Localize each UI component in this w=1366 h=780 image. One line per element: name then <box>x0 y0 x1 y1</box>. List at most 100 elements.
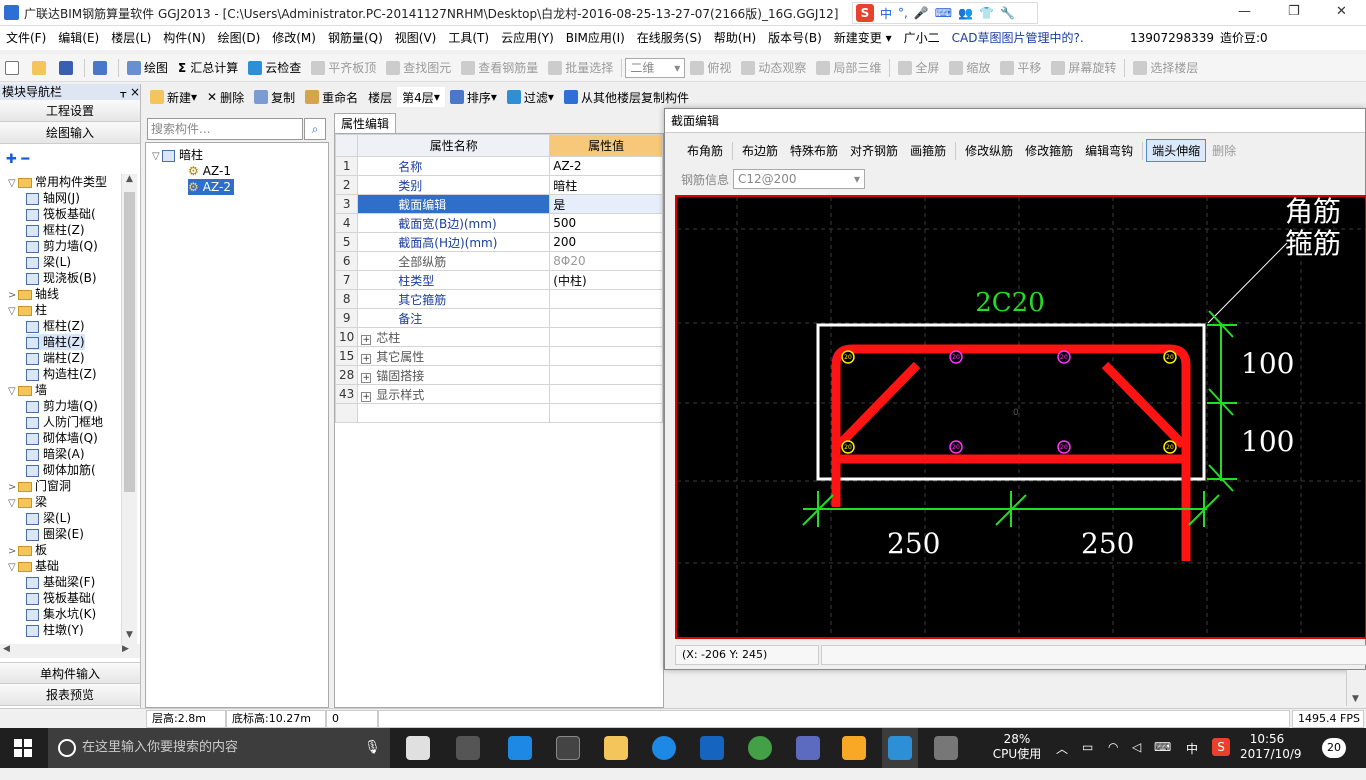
property-row[interactable]: 1 名称 AZ-2 <box>334 156 663 176</box>
tray-chevron-icon[interactable]: ︿ <box>1056 740 1068 780</box>
tree-item-az1[interactable]: ⚙ AZ-1 <box>188 163 231 179</box>
open-button[interactable] <box>27 56 54 80</box>
view-rebar-button[interactable]: 查看钢筋量 <box>456 56 543 80</box>
cloud-check-button[interactable]: 云检查 <box>243 56 306 80</box>
nav-item[interactable]: 暗梁(A) <box>26 446 85 462</box>
property-name[interactable]: 截面编辑 <box>357 194 551 214</box>
property-value[interactable] <box>549 289 663 309</box>
nav-folder[interactable]: ▽ 柱 <box>8 302 47 318</box>
spiral-app-icon[interactable] <box>456 736 480 760</box>
dialog-tool-5[interactable]: 修改纵筋 <box>959 139 1019 162</box>
green-app-icon[interactable] <box>748 736 772 760</box>
property-name[interactable]: 柱类型 <box>357 270 551 290</box>
dialog-tool-2[interactable]: 特殊布筋 <box>784 139 844 162</box>
dialog-tool-0[interactable]: 布角筋 <box>681 139 729 162</box>
menu-rebar-qty[interactable]: 钢筋量(Q) <box>322 26 389 50</box>
taskbar-search-input[interactable]: 在这里输入你要搜索的内容 🎙 <box>48 728 390 768</box>
new-component-button[interactable]: 新建 ▾ <box>145 85 202 109</box>
property-value[interactable]: 8Φ20 <box>549 251 663 271</box>
expand-plus-icon[interactable]: + <box>361 334 372 345</box>
wifi-icon[interactable]: ◠ <box>1108 740 1118 780</box>
nav-item[interactable]: 基础梁(F) <box>26 574 95 590</box>
rotate-button[interactable]: 屏幕旋转 <box>1046 56 1121 80</box>
scroll-down-icon[interactable]: ▼ <box>1352 694 1359 704</box>
pan-button[interactable]: 平移 <box>995 56 1046 80</box>
property-name[interactable]: 截面宽(B边)(mm) <box>357 213 551 233</box>
property-name[interactable]: 类别 <box>357 175 551 195</box>
price-label[interactable]: 造价豆:0 <box>1220 26 1268 50</box>
sort-button[interactable]: 排序 ▾ <box>445 85 502 109</box>
dialog-tool-6[interactable]: 修改箍筋 <box>1019 139 1079 162</box>
property-row[interactable]: 28 + 锚固搭接 <box>334 365 663 385</box>
rename-component-button[interactable]: 重命名 <box>300 85 363 109</box>
menu-bim[interactable]: BIM应用(I) <box>560 26 631 50</box>
menu-cloud[interactable]: 云应用(Y) <box>495 26 560 50</box>
menu-guangxiaoer[interactable]: 广小二 <box>898 26 946 50</box>
property-value[interactable]: 暗柱 <box>549 175 663 195</box>
glodon-app-icon[interactable] <box>796 736 820 760</box>
glodon-g-icon[interactable] <box>700 736 724 760</box>
search-icon[interactable]: ⌕ <box>304 118 326 140</box>
dialog-tool-9[interactable]: 删除 <box>1206 139 1242 162</box>
save-button[interactable] <box>54 56 81 80</box>
property-value[interactable]: 是 <box>549 194 663 214</box>
dialog-tool-3[interactable]: 对齐钢筋 <box>844 139 904 162</box>
property-name[interactable]: 全部纵筋 <box>357 251 551 271</box>
ime-toolbar[interactable]: S 中 °, 🎤 ⌨ 👥 👕 🔧 <box>852 2 1038 24</box>
property-name[interactable]: + 显示样式 <box>357 384 551 404</box>
property-value[interactable]: 200 <box>549 232 663 252</box>
property-row[interactable]: 2 类别 暗柱 <box>334 175 663 195</box>
task-view-icon[interactable] <box>406 736 430 760</box>
collapse-icon[interactable]: ▽ <box>152 149 162 165</box>
file-explorer-icon[interactable] <box>604 736 628 760</box>
property-name[interactable]: 备注 <box>357 308 551 328</box>
cpu-usage[interactable]: 28% CPU使用 <box>990 732 1044 772</box>
collapse-icon[interactable]: ▽ <box>8 560 18 576</box>
help-app-icon[interactable] <box>934 736 958 760</box>
input-lang[interactable]: 中 <box>1186 740 1198 780</box>
dialog-tool-1[interactable]: 布边筋 <box>736 139 784 162</box>
pin-close-icon[interactable]: ᚁ × <box>120 84 140 100</box>
report-preview-button[interactable]: 报表预览 <box>0 684 140 706</box>
nav-tree-scrollbar[interactable]: ▲ ▼ <box>121 174 137 644</box>
menu-tools[interactable]: 工具(T) <box>442 26 495 50</box>
nav-item[interactable]: 筏板基础( <box>26 590 96 606</box>
flat-top-button[interactable]: 平齐板顶 <box>306 56 381 80</box>
local-3d-button[interactable]: 局部三维 <box>811 56 886 80</box>
copy-component-button[interactable]: 复制 <box>249 85 300 109</box>
draw-button[interactable]: 绘图 <box>122 56 173 80</box>
menu-view[interactable]: 视图(V) <box>389 26 443 50</box>
property-name[interactable]: 其它箍筋 <box>357 289 551 309</box>
scroll-right-icon[interactable]: ▶ <box>122 644 129 654</box>
scroll-thumb[interactable] <box>124 192 135 492</box>
tree-item-az2[interactable]: ⚙ AZ-2 <box>188 179 234 195</box>
property-row[interactable]: 43 + 显示样式 <box>334 384 663 404</box>
property-value[interactable] <box>549 365 663 385</box>
property-row[interactable]: 7 柱类型 (中柱) <box>334 270 663 290</box>
menu-floor[interactable]: 楼层(L) <box>105 26 157 50</box>
nav-item[interactable]: 框柱(Z) <box>26 222 85 238</box>
collapse-icon[interactable]: ▽ <box>8 496 18 512</box>
ime-skin-icon[interactable]: 👕 <box>979 6 994 20</box>
property-row[interactable]: 15 + 其它属性 <box>334 346 663 366</box>
nav-hscrollbar[interactable]: ◀ ▶ <box>0 644 140 658</box>
top-view-button[interactable]: 俯视 <box>685 56 736 80</box>
nav-item[interactable]: 框柱(Z) <box>26 318 85 334</box>
sogou-tray-icon[interactable]: S <box>1212 738 1230 756</box>
expand-plus-icon[interactable]: + <box>361 372 372 383</box>
view-mode-select[interactable]: 二维 ▾ <box>625 57 686 78</box>
nav-folder[interactable]: ▽ 墙 <box>8 382 47 398</box>
property-row[interactable]: 6 全部纵筋 8Φ20 <box>334 251 663 271</box>
dynamic-view-button[interactable]: 动态观察 <box>736 56 811 80</box>
expand-collapse-icons[interactable]: ✚ ━ <box>6 152 29 167</box>
find-element-button[interactable]: 查找图元 <box>381 56 456 80</box>
minimize-button[interactable]: — <box>1238 4 1251 19</box>
ime-mic-icon[interactable]: 🎤 <box>914 6 929 20</box>
property-value[interactable]: (中柱) <box>549 270 663 290</box>
expand-plus-icon[interactable]: + <box>361 391 372 402</box>
nav-folder[interactable]: > 板 <box>8 542 47 558</box>
sogou-icon[interactable]: S <box>856 4 874 22</box>
windows-start-icon[interactable] <box>14 739 32 757</box>
tree-root-anzhu[interactable]: ▽ 暗柱 <box>152 147 203 163</box>
component-search-input[interactable]: 搜索构件... <box>147 118 303 140</box>
